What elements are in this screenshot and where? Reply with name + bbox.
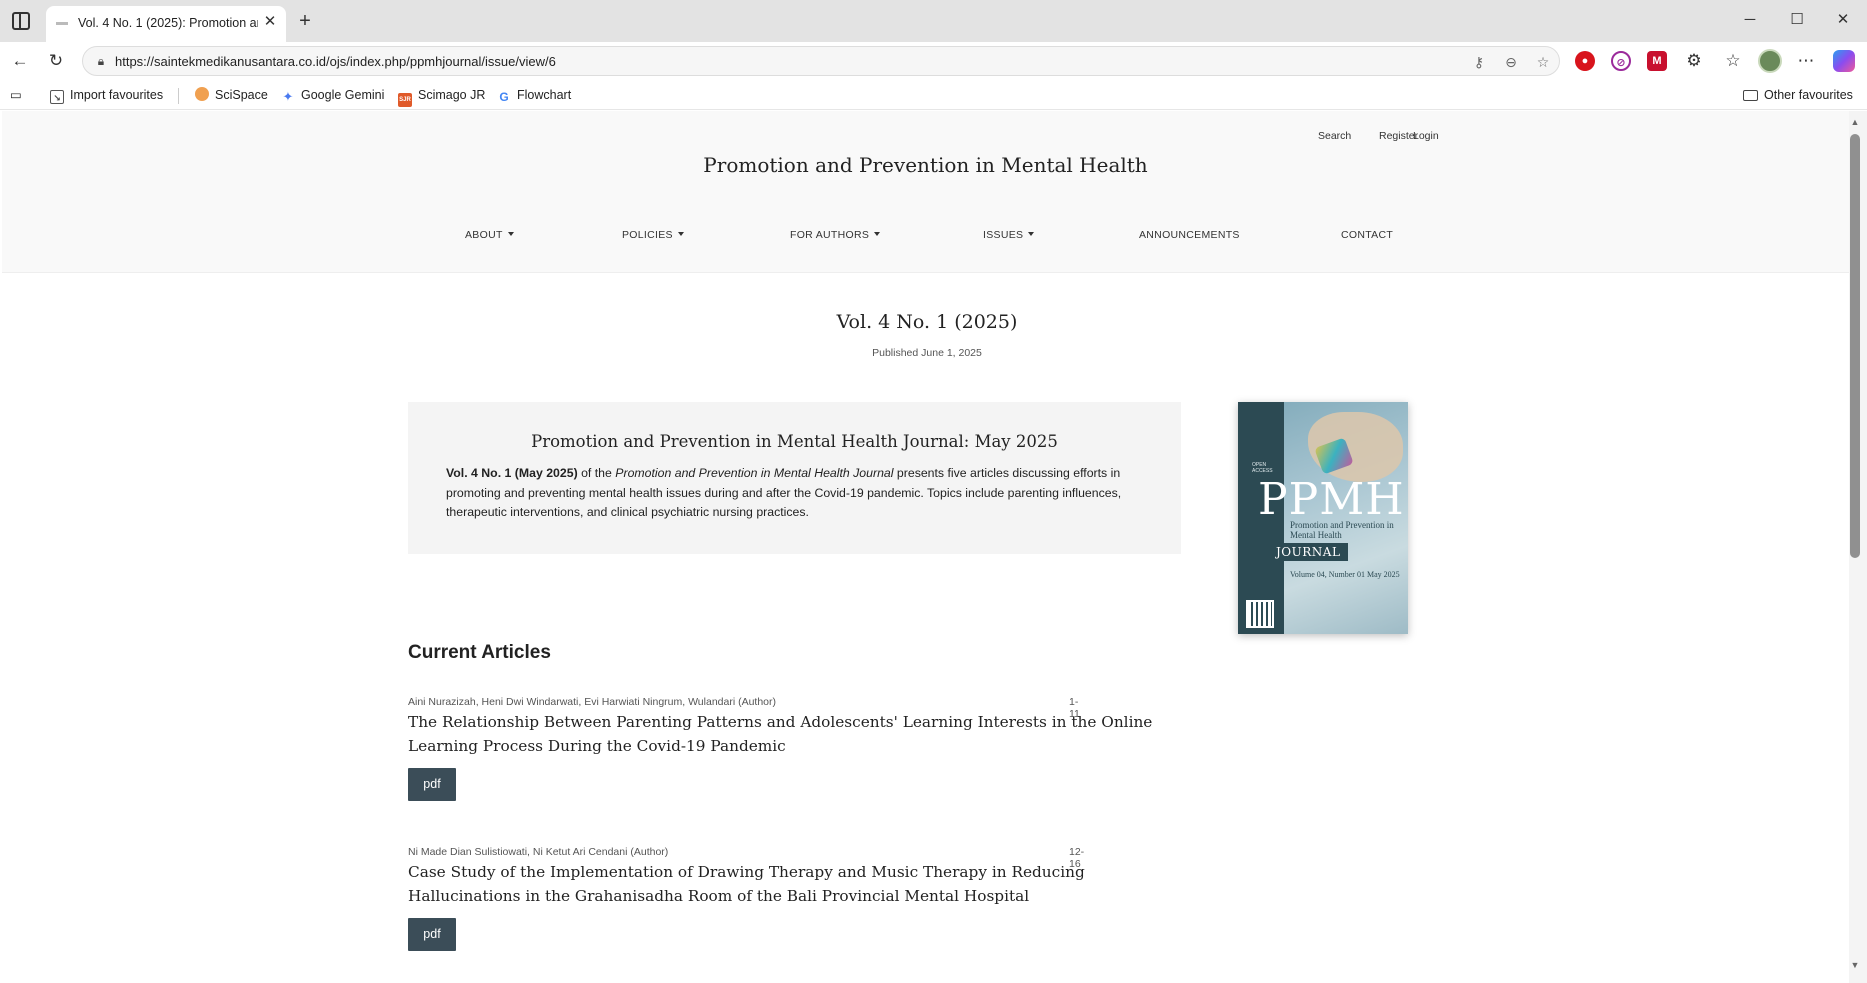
- bookmark-scimago-jr[interactable]: SJR Scimago JR: [398, 86, 485, 107]
- tab-close-icon[interactable]: ✕: [260, 12, 280, 32]
- favourite-star-icon[interactable]: ☆: [1533, 52, 1553, 72]
- scimago-icon: SJR: [398, 93, 412, 107]
- description-text: Vol. 4 No. 1 (May 2025) of the Promotion…: [446, 466, 1122, 519]
- bookmark-other-favourites[interactable]: Other favourites: [1743, 86, 1853, 104]
- login-link[interactable]: Login: [1413, 130, 1439, 142]
- minimize-button[interactable]: ─: [1735, 8, 1765, 32]
- pdf-button[interactable]: pdf: [408, 768, 456, 801]
- bookmark-google-gemini[interactable]: ✦ Google Gemini: [281, 86, 385, 104]
- scroll-up-icon[interactable]: ▲: [1850, 117, 1860, 129]
- page-viewport: Search Register Login Promotion and Prev…: [2, 111, 1849, 983]
- caret-down-icon: [507, 232, 514, 236]
- cover-open-access: OPEN ACCESS: [1252, 462, 1273, 474]
- lock-icon[interactable]: 🔒︎: [93, 53, 109, 69]
- zoom-icon[interactable]: ⊖: [1501, 52, 1521, 72]
- bookmark-import-favourites[interactable]: ↘ Import favourites: [50, 86, 163, 104]
- nav-about[interactable]: ABOUT: [465, 229, 514, 241]
- cover-journal-label: JOURNAL: [1268, 543, 1349, 561]
- nav-announcements[interactable]: ANNOUNCEMENTS: [1139, 229, 1240, 241]
- new-tab-button[interactable]: +: [294, 10, 316, 32]
- cover-qr-code: [1246, 600, 1274, 628]
- issue-title: Vol. 4 No. 1 (2025): [836, 311, 1018, 333]
- scrollbar-thumb[interactable]: [1850, 134, 1860, 558]
- description-title: Promotion and Prevention in Mental Healt…: [531, 432, 1058, 451]
- nav-policies[interactable]: POLICIES: [622, 229, 684, 241]
- maximize-button[interactable]: ☐: [1782, 8, 1812, 32]
- gemini-icon: ✦: [282, 89, 294, 104]
- browser-window: Vol. 4 No. 1 (2025): Promotion and Preve…: [0, 0, 1867, 983]
- sidebar-toggle-icon[interactable]: [12, 12, 30, 30]
- site-header: Search Register Login Promotion and Prev…: [2, 111, 1849, 273]
- bookmark-flowchart[interactable]: G Flowchart: [497, 86, 571, 104]
- reload-icon[interactable]: ↻: [45, 50, 67, 72]
- close-window-button[interactable]: ✕: [1828, 8, 1858, 32]
- url-text[interactable]: https://saintekmedikanusantara.co.id/ojs…: [115, 54, 556, 69]
- article-title-link[interactable]: Case Study of the Implementation of Draw…: [408, 860, 1188, 908]
- extensions-icon[interactable]: ⚙: [1683, 50, 1705, 72]
- more-options-icon[interactable]: ⋯: [1795, 50, 1817, 72]
- cover-acronym: PPMH: [1258, 474, 1405, 525]
- tab-strip: Vol. 4 No. 1 (2025): Promotion and Preve…: [0, 0, 1867, 42]
- profile-avatar[interactable]: [1758, 49, 1782, 73]
- caret-down-icon: [1028, 232, 1035, 236]
- nav-contact[interactable]: CONTACT: [1341, 229, 1393, 241]
- import-icon: ↘: [50, 90, 64, 104]
- address-bar[interactable]: 🔒︎ https://saintekmedikanusantara.co.id/…: [82, 46, 1560, 76]
- folder-icon: [1743, 90, 1758, 101]
- nav-issues[interactable]: ISSUES: [983, 229, 1035, 241]
- browser-toolbar: ← ↻ 🔒︎ https://saintekmedikanusantara.co…: [0, 42, 1867, 80]
- cover-subtitle: Promotion and Prevention in Mental Healt…: [1290, 520, 1394, 540]
- issue-cover-image[interactable]: OPEN ACCESS PPMH Promotion and Preventio…: [1238, 402, 1408, 634]
- pdf-button[interactable]: pdf: [408, 918, 456, 951]
- article-authors: Ni Made Dian Sulistiowati, Ni Ketut Ari …: [408, 846, 669, 858]
- caret-down-icon: [677, 232, 684, 236]
- article-title-link[interactable]: The Relationship Between Parenting Patte…: [408, 710, 1188, 758]
- article-authors: Aini Nurazizah, Heni Dwi Windarwati, Evi…: [408, 696, 777, 708]
- copilot-icon[interactable]: [1833, 50, 1855, 72]
- search-link[interactable]: Search: [1318, 130, 1351, 142]
- nav-for-authors[interactable]: FOR AUTHORS: [790, 229, 881, 241]
- cover-volume: Volume 04, Number 01 May 2025: [1290, 570, 1400, 579]
- caret-down-icon: [874, 232, 881, 236]
- favourites-icon[interactable]: ☆: [1722, 50, 1744, 72]
- issue-published-date: Published June 1, 2025: [872, 347, 982, 359]
- bookmark-scispace[interactable]: SciSpace: [195, 86, 268, 104]
- password-key-icon[interactable]: ⚷: [1469, 52, 1489, 72]
- google-icon: G: [499, 90, 509, 104]
- bookmarks-separator: [178, 88, 179, 104]
- site-title[interactable]: Promotion and Prevention in Mental Healt…: [2, 153, 1849, 177]
- extension-mendeley-icon[interactable]: M: [1647, 51, 1667, 71]
- back-icon[interactable]: ←: [9, 50, 31, 72]
- scispace-icon: [195, 87, 209, 101]
- scroll-down-icon[interactable]: ▼: [1850, 960, 1860, 972]
- tab-favicon-icon: [56, 22, 68, 25]
- active-tab[interactable]: Vol. 4 No. 1 (2025): Promotion and Preve…: [46, 6, 286, 42]
- tab-title: Vol. 4 No. 1 (2025): Promotion and Preve…: [78, 16, 258, 30]
- issue-description: Promotion and Prevention in Mental Healt…: [408, 402, 1181, 554]
- section-heading: Current Articles: [408, 642, 551, 663]
- extension-adblock-icon[interactable]: ●: [1575, 51, 1595, 71]
- reading-list-icon[interactable]: ▭: [10, 86, 26, 104]
- bookmarks-bar: ▭ ↘ Import favourites SciSpace ✦ Google Ge…: [0, 80, 1867, 110]
- extension-block-icon[interactable]: ⊘: [1611, 51, 1631, 71]
